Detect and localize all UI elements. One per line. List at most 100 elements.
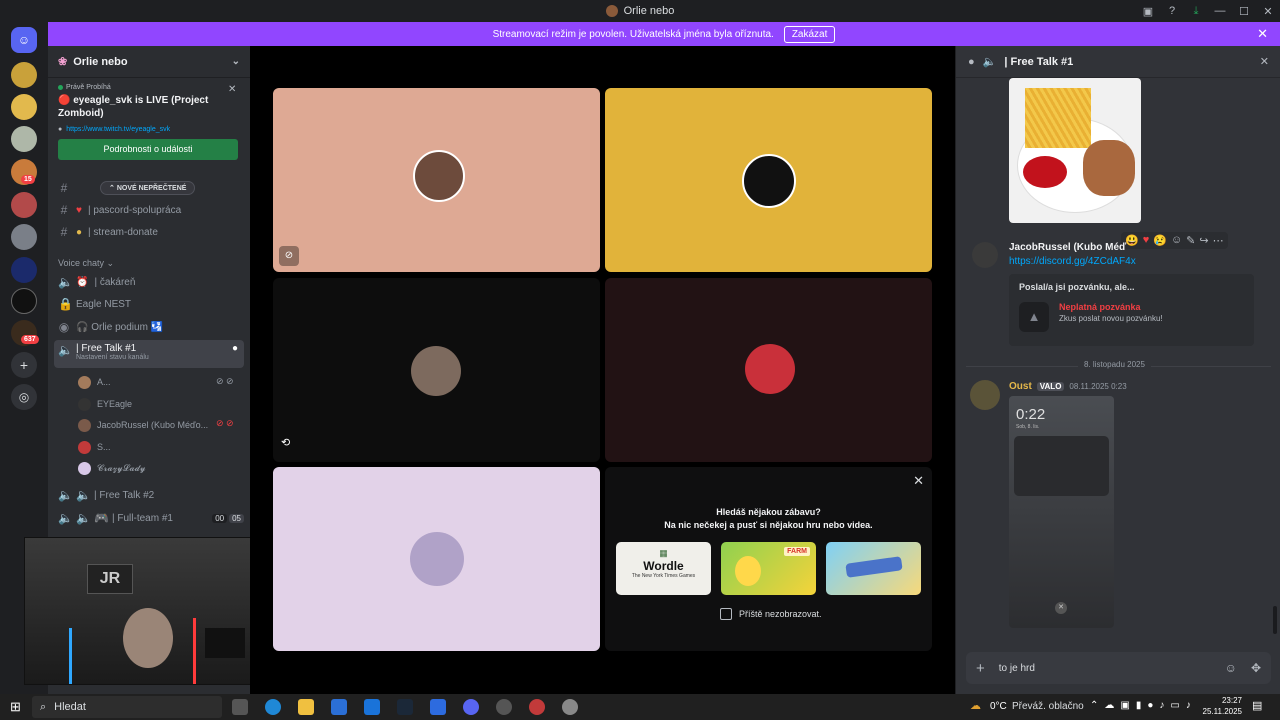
obs-icon[interactable] [529,699,545,715]
invite-embed: Poslal/a jsi pozvánku, ale... ▲ Neplatná… [1009,274,1254,346]
close-activity-icon[interactable]: ✕ [913,473,924,489]
voice-channel-cakaren[interactable]: 🔈 ⏰ | čakáreň [58,272,244,292]
voice-user[interactable]: S... [78,439,111,455]
voice-user[interactable]: A... [78,374,111,390]
voice-user[interactable]: EYEagle [78,396,132,412]
game-card-putt-party[interactable] [826,542,921,595]
forward-icon[interactable]: ↪ [1199,234,1208,247]
voice-user[interactable]: JacobRussel (Kubo Méďo... [78,417,208,433]
food-image[interactable] [1009,78,1141,223]
reaction-grin-icon[interactable]: 😃 [1125,234,1139,247]
tray-icons[interactable]: ⌃☁▣▮●♪▭♪ [1090,700,1197,711]
event-link[interactable]: https://www.twitch.tv/eyeagle_svk [66,126,170,133]
outlook-icon[interactable] [364,699,380,715]
game-card-wordle[interactable]: ▦ Wordle The New York Times Games [616,542,711,595]
task-view-icon[interactable] [232,699,248,715]
reaction-heart-icon[interactable]: ♥ [1143,234,1150,247]
voice-channel-orlie-podium[interactable]: ◉ 🎧 Orlie podium 🛂 [58,317,244,337]
voice-channel-eagle-nest[interactable]: 🔒 Eagle NEST [58,294,244,314]
avatar[interactable] [972,242,998,268]
settings-icon[interactable] [496,699,512,715]
event-link-row: ● https://www.twitch.tv/eyeagle_svk [58,126,238,133]
maximize-button[interactable]: ☐ [1232,0,1256,22]
new-unread-pill[interactable]: ⌃ NOVÉ NEPŘEČTENÉ [100,181,196,195]
phone-screenshot[interactable]: 0:22 Sob, 8. lis. ✕ [1009,396,1114,628]
discord-taskbar-icon[interactable] [463,699,479,715]
voice-section-header[interactable]: Voice chaty ⌄ [58,258,114,269]
edit-icon[interactable]: ✎ [1186,234,1195,247]
voice-section-label: Voice chaty [58,258,105,268]
avatar[interactable] [970,380,1000,410]
message-author[interactable]: JacobRussel (Kubo Méď [1009,242,1126,253]
help-icon[interactable]: ? [1160,0,1184,22]
server-icon-3[interactable] [11,126,37,152]
server-icon-euphoria[interactable] [11,257,37,283]
user-count: 00 [212,513,228,523]
explorer-icon[interactable] [298,699,314,715]
start-icon[interactable]: ⊞ [10,699,21,715]
disable-streamer-mode-button[interactable]: Zakázat [783,25,836,43]
close-chat-icon[interactable]: ✕ [1260,55,1269,68]
channel-label: | pascord-spolupráca [87,204,182,216]
invite-link[interactable]: https://discord.gg/4ZCdAF4x [1009,256,1136,267]
server-name: Orlie nebo [73,55,128,68]
app-icon-2[interactable] [562,699,578,715]
voice-channel-free-talk-1[interactable]: 🔈 | Free Talk #1 Nastavení stavu kanálu ● [54,340,244,368]
weather-text[interactable]: Převáž. oblačno [1012,701,1084,712]
voice-channel-free-talk-2[interactable]: 🔈 🔈 | Free Talk #2 [58,485,244,505]
server-icon-bee[interactable] [11,94,37,120]
game-card-chicken-farm[interactable]: FARM [721,542,816,595]
chat-bubble-icon[interactable]: ● [232,343,238,354]
discord-home-icon[interactable]: ☺ [11,27,37,53]
participant-tile[interactable] [605,88,932,272]
participant-tile[interactable] [605,278,932,462]
server-icon-orlie-nebo[interactable] [11,62,37,88]
message-input[interactable]: to je hrd [999,663,1035,674]
store-icon[interactable] [331,699,347,715]
message-author[interactable]: Oust [1009,381,1032,392]
clock-time[interactable]: 23:27 [1200,696,1242,705]
close-banner-icon[interactable]: ✕ [1257,26,1268,42]
participant-tile[interactable]: ⊘ [273,88,600,272]
voice-channel-full-team-1[interactable]: 🔈 🔈 🎮 | Full-team #1 00 05 [58,508,244,528]
notification-icon[interactable]: ▤ [1252,699,1262,712]
farm-title: FARM [784,547,810,556]
close-event-icon[interactable]: ✕ [228,84,236,95]
steam-icon[interactable] [397,699,413,715]
clock-date[interactable]: 25.11.2025 [1200,707,1242,716]
voice-user[interactable]: 𝓒𝓻𝓪𝔃𝔂𝓛𝓪𝓭𝔂 [78,460,146,476]
reaction-sad-icon[interactable]: 😢 [1153,234,1167,247]
chevron-down-icon[interactable]: ⌄ [232,56,240,67]
weather-icon[interactable]: ☁ [970,699,981,712]
participant-tile[interactable]: ⟲ [273,278,600,462]
chat-scrollbar[interactable] [1273,606,1277,634]
weather-temp[interactable]: 0°C [990,701,1007,712]
event-details-button[interactable]: Podrobnosti o události [58,139,238,160]
add-reaction-icon[interactable]: ☺ [1171,234,1182,247]
minimize-button[interactable]: — [1208,0,1232,22]
participant-tile[interactable] [273,467,600,651]
close-window-button[interactable]: ✕ [1256,0,1280,22]
server-icon-5[interactable] [11,192,37,218]
app-icon[interactable] [430,699,446,715]
emoji-icon[interactable]: ☺ [1225,661,1237,675]
add-server-icon[interactable]: + [11,352,37,378]
participant-avatar [742,154,796,208]
inbox-icon[interactable]: ▣ [1136,0,1160,22]
text-channel-pascord[interactable]: # ♥ | pascord-spolupráca [58,200,244,220]
add-attachment-icon[interactable]: + [976,660,985,677]
download-icon[interactable]: ⤓ [1184,0,1208,22]
text-channel-stream-donate[interactable]: # ● | stream-donate [58,222,244,242]
dont-show-again[interactable]: Příště nezobrazovat. [720,608,822,620]
discover-icon[interactable]: ◎ [11,384,37,410]
edge-icon[interactable] [265,699,281,715]
apps-icon[interactable]: ✥ [1251,661,1261,675]
server-icon-6[interactable] [11,224,37,250]
user-name: A... [97,377,111,387]
server-icon-jr[interactable] [11,288,37,314]
taskbar-search[interactable]: ⌕ Hledat [32,696,222,718]
more-icon[interactable]: ⋯ [1213,234,1224,247]
phone-close-icon: ✕ [1055,602,1067,614]
checkbox[interactable] [720,608,732,620]
server-header[interactable]: ❀ Orlie nebo ⌄ [48,46,250,78]
